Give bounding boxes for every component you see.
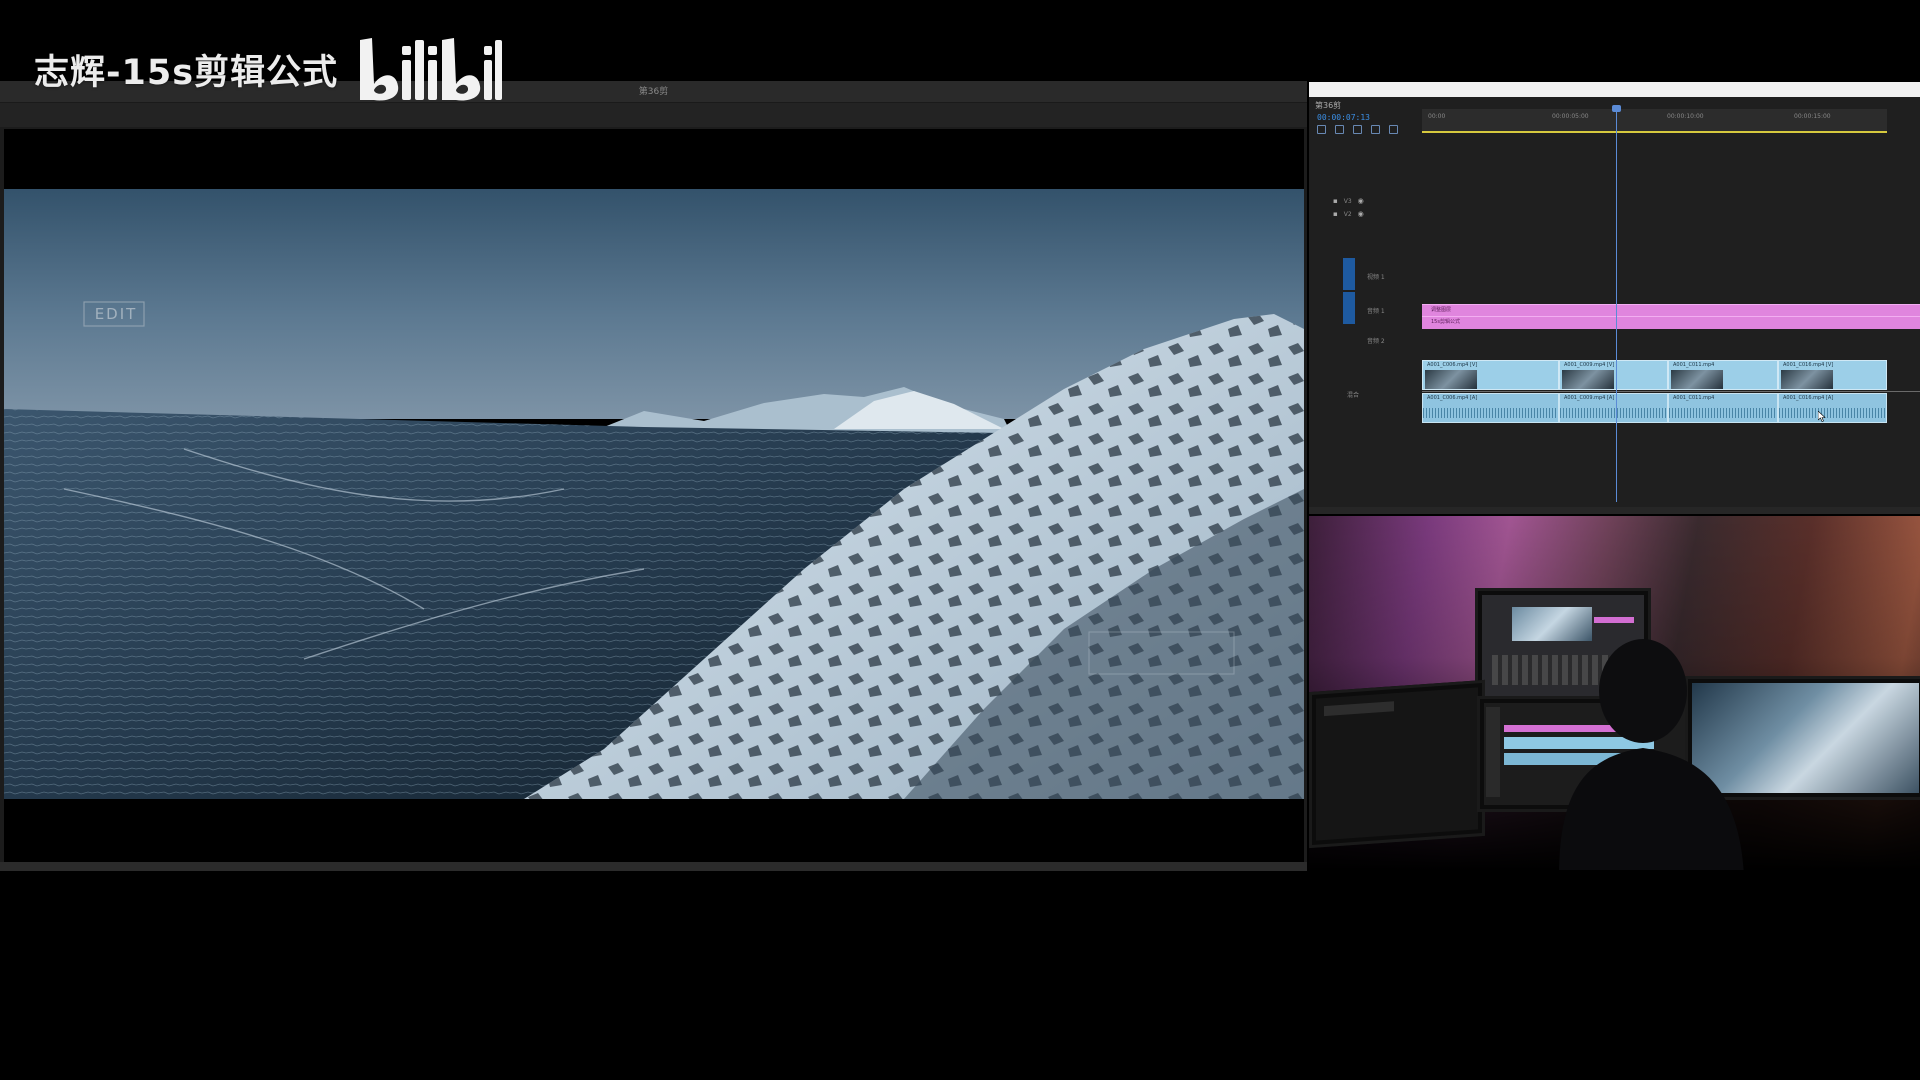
time-ruler[interactable]: 00:00 00:00:05:00 00:00:10:00 00:00:15:0… — [1422, 109, 1887, 133]
bilibili-logo-icon — [360, 38, 503, 101]
title-clip[interactable]: 15s剪辑公式 — [1422, 316, 1920, 329]
timeline-panel: 第36剪 00:00:07:13 00:00 00:00:05:00 00:00… — [1309, 82, 1920, 514]
camera-feed — [1309, 516, 1920, 870]
video-clip[interactable]: A001_C011.mp4 — [1668, 360, 1778, 390]
audio-clip[interactable]: A001_C009.mp4 [A] — [1559, 393, 1668, 423]
clip-thumbnail — [1425, 370, 1477, 389]
watermark: 志辉-15s剪辑公式 — [34, 34, 503, 104]
track-label: V3 — [1343, 197, 1352, 205]
ruler-label: 00:00:15:00 — [1794, 113, 1831, 120]
track-headers: ▪ V3 ◉ ▪ V2 ◉ 视频 1 音频 1 音频 2 混合 — [1309, 192, 1422, 512]
ruler-label: 00:00:05:00 — [1552, 113, 1589, 120]
timeline-scrollbar[interactable] — [1309, 507, 1920, 514]
wrench-icon[interactable] — [1371, 125, 1380, 134]
playhead-timecode[interactable]: 00:00:07:13 — [1317, 113, 1370, 122]
v1-source-patch[interactable] — [1343, 258, 1355, 290]
master-track-line — [1422, 391, 1920, 392]
program-monitor: 第36剪 EDIT — [0, 81, 1307, 871]
audio-clip[interactable]: A001_C011.mp4 — [1668, 393, 1778, 423]
link-icon[interactable] — [1335, 125, 1344, 134]
clip-thumbnail — [1781, 370, 1833, 389]
eye-icon[interactable]: ◉ — [1358, 197, 1364, 205]
track-label: V2 — [1343, 210, 1352, 218]
a1-source-patch[interactable] — [1343, 292, 1355, 324]
timeline-top-bar — [1309, 82, 1920, 97]
track-label: 音频 1 — [1367, 307, 1385, 315]
timeline-tools — [1317, 125, 1398, 134]
program-monitor-bottom-bar — [0, 862, 1307, 871]
video-clip[interactable]: A001_C016.mp4 [V] — [1778, 360, 1887, 390]
marker-icon[interactable] — [1353, 125, 1362, 134]
track-label: 视频 1 — [1367, 273, 1385, 281]
audio-waveform — [1560, 408, 1667, 418]
video-clip[interactable]: A001_C006.mp4 [V] — [1422, 360, 1559, 390]
caption-icon[interactable] — [1389, 125, 1398, 134]
track-header-v3[interactable]: ▪ V3 ◉ — [1333, 195, 1423, 207]
clip-thumbnail — [1671, 370, 1723, 389]
mouse-cursor-icon — [1818, 411, 1826, 422]
audio-waveform — [1669, 408, 1777, 418]
audio-waveform — [1423, 408, 1558, 418]
audio-clip[interactable]: A001_C016.mp4 [A] — [1778, 393, 1887, 423]
track-header-v2[interactable]: ▪ V2 ◉ — [1333, 208, 1423, 220]
editor-person-silhouette — [1559, 639, 1744, 870]
playhead-line[interactable] — [1616, 107, 1617, 502]
video-frame[interactable]: EDIT — [4, 129, 1304, 862]
audio-waveform — [1779, 408, 1886, 418]
sequence-tab[interactable]: 第36剪 — [1315, 100, 1341, 111]
snap-icon[interactable] — [1317, 125, 1326, 134]
edit-overlay-label: EDIT — [94, 305, 138, 323]
eye-icon[interactable]: ◉ — [1358, 210, 1364, 218]
clip-thumbnail — [1562, 370, 1614, 389]
lock-icon[interactable]: ▪ — [1333, 197, 1338, 205]
audio-clip[interactable]: A001_C006.mp4 [A] — [1422, 393, 1559, 423]
timeline-tracks-area[interactable]: 调整图层 15s剪辑公式 A001_C006.mp4 [V] A001_C009… — [1422, 192, 1920, 512]
track-label: 音频 2 — [1367, 337, 1385, 345]
video-clip[interactable]: A001_C009.mp4 [V] — [1559, 360, 1668, 390]
program-monitor-toolbar — [0, 103, 1307, 127]
ruler-label: 00:00:10:00 — [1667, 113, 1704, 120]
ruler-label: 00:00 — [1428, 113, 1446, 120]
watermark-text: 志辉-15s剪辑公式 — [34, 52, 339, 93]
track-label: 混合 — [1347, 391, 1360, 399]
lock-icon[interactable]: ▪ — [1333, 210, 1338, 218]
left-monitor — [1309, 679, 1485, 849]
snowy-mountain-lake-scene — [4, 189, 1304, 799]
